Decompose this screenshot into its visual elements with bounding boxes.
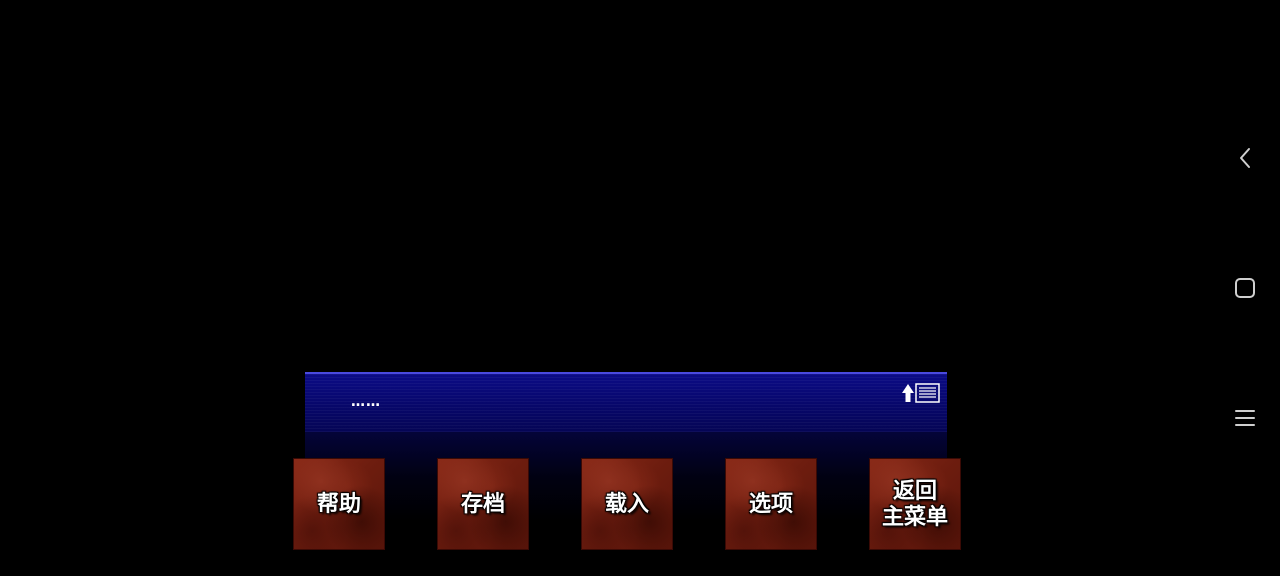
return-main-menu-label: 返回 主菜单 — [881, 478, 948, 530]
help-button-label: 帮助 — [316, 491, 361, 517]
help-button[interactable]: 帮助 — [293, 458, 385, 550]
options-button-label: 选项 — [748, 491, 793, 517]
save-button-label: 存档 — [460, 491, 505, 517]
home-square-icon — [1235, 278, 1255, 298]
backlog-icon[interactable] — [901, 382, 941, 404]
nav-back-button[interactable] — [1230, 143, 1260, 173]
options-button[interactable]: 选项 — [725, 458, 817, 550]
back-chevron-icon — [1240, 148, 1250, 168]
dialog-text: …… — [351, 394, 381, 410]
backlog-arrow-icon — [902, 383, 940, 403]
save-button[interactable]: 存档 — [437, 458, 529, 550]
nav-home-button[interactable] — [1230, 273, 1260, 303]
nav-recents-button[interactable] — [1230, 403, 1260, 433]
return-main-menu-button[interactable]: 返回 主菜单 — [869, 458, 961, 550]
dialog-box[interactable]: …… — [305, 372, 947, 432]
game-screen[interactable]: …… 帮助 存档 载入 选项 返回 主菜单 — [0, 0, 1280, 576]
recent-apps-icon — [1235, 410, 1255, 426]
load-button[interactable]: 载入 — [581, 458, 673, 550]
load-button-label: 载入 — [604, 491, 649, 517]
